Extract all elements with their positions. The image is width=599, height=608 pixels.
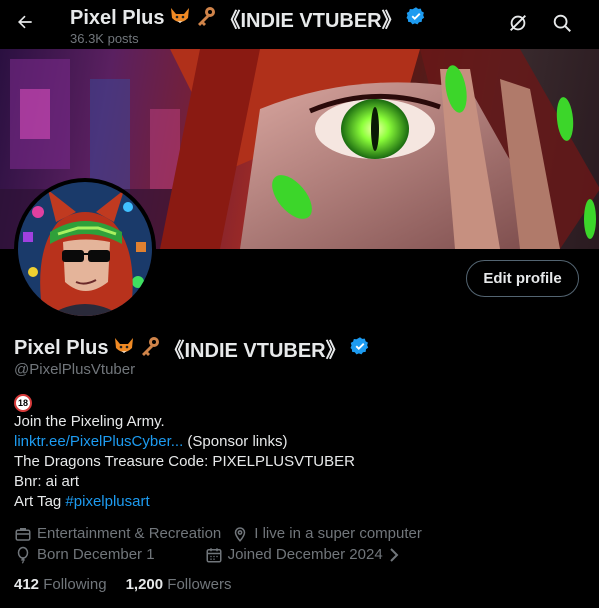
profile-bio: 18 Join the Pixeling Army. linktr.ee/Pix… bbox=[14, 392, 584, 512]
calendar-icon bbox=[206, 547, 222, 562]
meta-born: Born December 1 bbox=[14, 546, 155, 564]
unpin-icon bbox=[510, 15, 526, 31]
followers-label: Followers bbox=[167, 576, 232, 593]
following-link[interactable]: 412 Following bbox=[14, 576, 107, 593]
profile-handle: @PixelPlusVtuber bbox=[14, 361, 136, 378]
key-emoji-icon bbox=[139, 336, 161, 362]
search-icon bbox=[553, 14, 571, 32]
profile-name: Pixel Plus 《INDIE VTUBER》 bbox=[14, 334, 370, 363]
verified-badge-icon bbox=[406, 6, 426, 32]
meta-location: I live in a super computer bbox=[231, 525, 422, 543]
profile-meta: Entertainment & Recreation I live in a s… bbox=[14, 523, 432, 565]
bio-age-line: 18 bbox=[14, 392, 584, 412]
meta-category-text: Entertainment & Recreation bbox=[37, 525, 222, 542]
bio-link[interactable]: linktr.ee/PixelPlusCyber... bbox=[14, 433, 183, 450]
header-title: Pixel Plus 《INDIE VTUBER》 bbox=[70, 4, 426, 33]
unpin-button[interactable] bbox=[503, 8, 533, 38]
posts-count: 36.3K posts bbox=[70, 31, 139, 46]
bio-art-tag-prefix: Art Tag bbox=[14, 493, 66, 510]
art-tag-hashtag[interactable]: #pixelplusart bbox=[65, 493, 149, 510]
edit-profile-button[interactable]: Edit profile bbox=[466, 260, 579, 297]
search-button[interactable] bbox=[547, 8, 577, 38]
meta-location-text: I live in a super computer bbox=[254, 525, 422, 542]
profile-name-text: Pixel Plus bbox=[14, 337, 109, 359]
bio-line-3: The Dragons Treasure Code: PIXELPLUSVTUB… bbox=[14, 453, 355, 470]
bio-art-tag-line: Art Tag #pixelplusart bbox=[14, 492, 584, 512]
following-label: Following bbox=[43, 576, 107, 593]
chevron-right-icon bbox=[389, 547, 399, 562]
bio-link-line: linktr.ee/PixelPlusCyber... (Sponsor lin… bbox=[14, 432, 584, 452]
profile-name-suffix: 《INDIE VTUBER》 bbox=[164, 340, 346, 362]
follow-stats: 412 Following 1,200 Followers bbox=[14, 576, 231, 593]
verified-badge-icon[interactable] bbox=[350, 336, 370, 362]
balloon-icon bbox=[17, 546, 29, 564]
followers-count: 1,200 bbox=[125, 576, 164, 593]
followers-link[interactable]: 1,200 Followers bbox=[126, 576, 232, 593]
meta-category: Entertainment & Recreation bbox=[14, 525, 221, 543]
avatar[interactable] bbox=[14, 178, 156, 320]
location-pin-icon bbox=[235, 526, 246, 542]
top-bar: Pixel Plus 《INDIE VTUBER》 36.3K posts bbox=[0, 0, 599, 49]
key-emoji-icon bbox=[195, 6, 217, 32]
following-count: 412 bbox=[14, 576, 40, 593]
bio-line-1: Join the Pixeling Army. bbox=[14, 413, 165, 430]
header-title-suffix: 《INDIE VTUBER》 bbox=[220, 10, 402, 32]
meta-born-text: Born December 1 bbox=[37, 546, 155, 563]
back-button[interactable] bbox=[8, 5, 42, 39]
meta-joined[interactable]: Joined December 2024 bbox=[205, 546, 400, 564]
age-18-icon: 18 bbox=[14, 393, 32, 412]
meta-joined-text: Joined December 2024 bbox=[227, 546, 383, 563]
bio-link-suffix: (Sponsor links) bbox=[183, 433, 288, 450]
fox-emoji-icon bbox=[113, 336, 135, 362]
header-title-text: Pixel Plus bbox=[70, 7, 165, 29]
fox-emoji-icon bbox=[169, 6, 191, 32]
bio-line-4: Bnr: ai art bbox=[14, 473, 80, 490]
back-arrow-icon bbox=[18, 15, 32, 29]
briefcase-icon bbox=[15, 527, 31, 541]
avatar-image bbox=[18, 182, 152, 316]
